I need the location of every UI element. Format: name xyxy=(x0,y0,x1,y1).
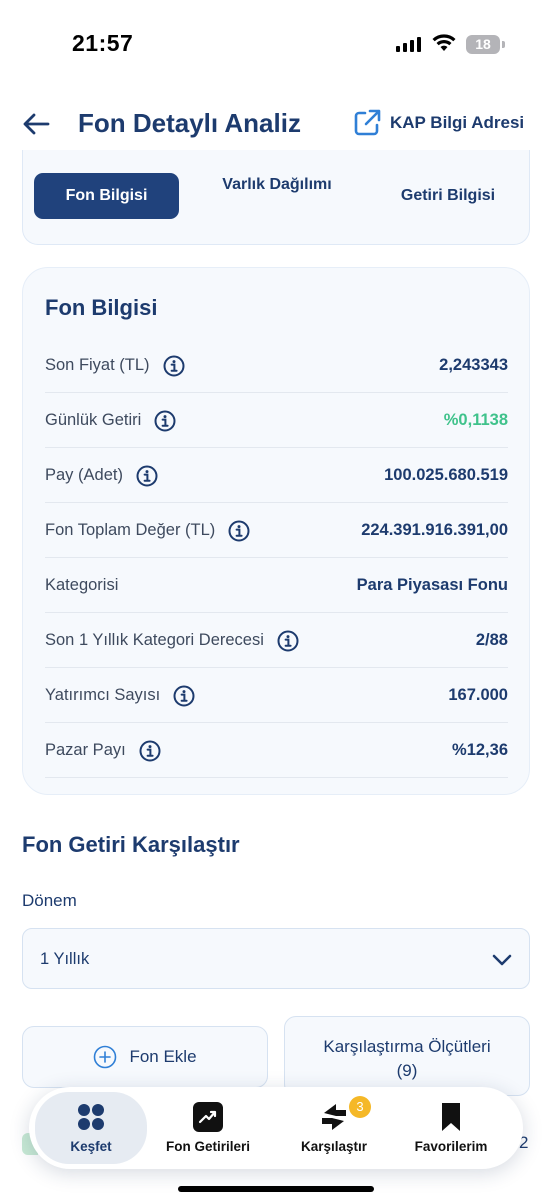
info-row-label: Son Fiyat (TL) xyxy=(45,356,150,374)
nav-favorilerim[interactable]: Favorilerim xyxy=(399,1087,503,1169)
status-time: 21:57 xyxy=(72,30,134,56)
info-row-label-group: Fon Toplam Değer (TL) xyxy=(45,503,250,558)
info-row-label: Fon Toplam Değer (TL) xyxy=(45,521,216,539)
compare-section-title: Fon Getiri Karşılaştır xyxy=(22,832,240,857)
criteria-label: Karşılaştırma Ölçütleri xyxy=(323,1037,491,1056)
info-icon[interactable] xyxy=(173,685,195,707)
info-row: Son 1 Yıllık Kategori Derecesi 2/88 xyxy=(45,613,508,668)
info-icon[interactable] xyxy=(154,410,176,432)
info-row: Günlük Getiri %0,1138 xyxy=(45,393,508,448)
cellular-signal-icon xyxy=(396,36,421,52)
info-row-label-group: Yatırımcı Sayısı xyxy=(45,668,195,723)
kap-info-link[interactable]: KAP Bilgi Adresi xyxy=(352,108,524,138)
info-row-value: 224.391.916.391,00 xyxy=(361,521,508,539)
info-row-value: 167.000 xyxy=(448,686,508,704)
kap-link-label: KAP Bilgi Adresi xyxy=(390,113,525,132)
swap-arrows-icon xyxy=(322,1104,346,1130)
tab-varlik-dagilimi[interactable]: Varlık Dağılımı xyxy=(207,174,347,196)
info-row: Pay (Adet) 100.025.680.519 xyxy=(45,448,508,503)
info-row-label: Kategorisi xyxy=(45,576,119,594)
info-row-label-group: Kategorisi xyxy=(45,558,118,613)
tab-bar: Fon Bilgisi Varlık Dağılımı Getiri Bilgi… xyxy=(22,150,530,245)
nav-karsilastir[interactable]: 3 Karşılaştır xyxy=(279,1087,389,1169)
info-row-value: Para Piyasası Fonu xyxy=(356,576,508,594)
info-row-value: %0,1138 xyxy=(443,411,508,429)
bookmark-icon xyxy=(442,1103,460,1131)
info-row-value: 2,243343 xyxy=(439,356,508,374)
info-row: Pazar Payı %12,36 xyxy=(45,723,508,778)
info-icon[interactable] xyxy=(139,740,161,762)
fund-info-card: Fon Bilgisi Son Fiyat (TL) 2,243343 Günlük… xyxy=(22,267,530,795)
info-row-label: Günlük Getiri xyxy=(45,411,142,429)
nav-label: Fon Getirileri xyxy=(165,1139,250,1154)
info-icon[interactable] xyxy=(136,465,158,487)
criteria-count: (9) xyxy=(396,1061,418,1080)
period-label: Dönem xyxy=(22,891,77,910)
fund-info-title: Fon Bilgisi xyxy=(45,295,158,320)
info-row-label-group: Son Fiyat (TL) xyxy=(45,338,185,393)
arrow-left-icon[interactable] xyxy=(20,108,52,140)
battery-indicator: 18 xyxy=(466,35,500,54)
nav-label: Favorilerim xyxy=(414,1139,488,1154)
info-row-label-group: Pay (Adet) xyxy=(45,448,158,503)
info-icon[interactable] xyxy=(228,520,250,542)
app-header: Fon Detaylı Analiz KAP Bilgi Adresi xyxy=(0,100,552,150)
info-row-label-group: Pazar Payı xyxy=(45,723,161,778)
wifi-icon xyxy=(432,34,456,51)
page-title: Fon Detaylı Analiz xyxy=(78,108,301,138)
info-row-label-group: Günlük Getiri xyxy=(45,393,176,448)
status-bar: 21:57 18 xyxy=(0,0,552,90)
nav-kesfet[interactable]: Keşfet xyxy=(29,1087,153,1169)
info-row: Son Fiyat (TL) 2,243343 xyxy=(45,338,508,393)
info-row-label: Pay (Adet) xyxy=(45,466,123,484)
external-link-icon xyxy=(354,109,381,136)
info-row: Kategorisi Para Piyasası Fonu xyxy=(45,558,508,613)
grid-dots-icon xyxy=(78,1104,104,1130)
tab-fon-bilgisi[interactable]: Fon Bilgisi xyxy=(34,173,179,219)
compare-criteria-button[interactable]: Karşılaştırma Ölçütleri (9) xyxy=(284,1016,530,1096)
nav-label: Karşılaştır xyxy=(300,1139,368,1154)
add-fund-button[interactable]: Fon Ekle xyxy=(22,1026,268,1088)
info-icon[interactable] xyxy=(277,630,299,652)
trend-chart-icon xyxy=(193,1102,223,1132)
nav-fon-getirileri[interactable]: Fon Getirileri xyxy=(153,1087,263,1169)
add-fund-label: Fon Ekle xyxy=(129,1047,197,1066)
info-icon[interactable] xyxy=(163,355,185,377)
plus-circle-icon xyxy=(94,1045,117,1069)
info-row-label-group: Son 1 Yıllık Kategori Derecesi xyxy=(45,613,299,668)
info-row: Yatırımcı Sayısı 167.000 xyxy=(45,668,508,723)
chevron-down-icon xyxy=(492,954,512,966)
info-row-label: Pazar Payı xyxy=(45,741,126,759)
bottom-navigation: Keşfet Fon Getirileri 3 Karşılaştır Favo… xyxy=(29,1087,523,1169)
info-row-label: Son 1 Yıllık Kategori Derecesi xyxy=(45,631,264,649)
info-row: Fon Toplam Değer (TL) 224.391.916.391,00 xyxy=(45,503,508,558)
info-row-label: Yatırımcı Sayısı xyxy=(45,686,161,704)
home-indicator xyxy=(178,1186,374,1192)
period-select[interactable]: 1 Yıllık xyxy=(22,928,530,989)
nav-label: Keşfet xyxy=(70,1139,112,1154)
info-row-value: 100.025.680.519 xyxy=(384,466,508,484)
period-select-value: 1 Yıllık xyxy=(40,950,90,968)
notification-badge: 3 xyxy=(349,1096,371,1118)
info-row-value: %12,36 xyxy=(452,741,508,759)
battery-tip xyxy=(502,41,505,48)
tab-getiri-bilgisi[interactable]: Getiri Bilgisi xyxy=(368,174,528,218)
info-row-value: 2/88 xyxy=(475,631,508,649)
